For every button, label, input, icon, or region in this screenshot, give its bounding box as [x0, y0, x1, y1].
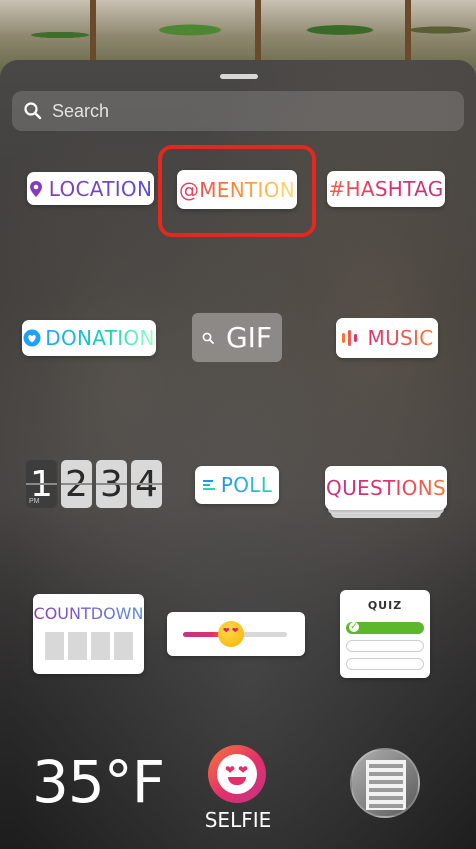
emoji-slider-sticker[interactable]: [167, 612, 305, 656]
search-input[interactable]: [50, 99, 464, 123]
music-bars-icon: [341, 330, 357, 346]
clock-digit: 4: [131, 460, 162, 508]
poll-sticker[interactable]: POLL: [195, 466, 279, 504]
donation-sticker[interactable]: DONATION: [22, 320, 156, 356]
countdown-label: COUNTDOWN: [33, 604, 144, 623]
questions-label: QUESTIONS: [326, 476, 446, 500]
quiz-sticker[interactable]: QUIZ: [340, 590, 430, 678]
clock-digit: 2: [61, 460, 92, 508]
questions-sticker[interactable]: QUESTIONS: [325, 466, 447, 518]
temperature-sticker[interactable]: 35°F: [32, 748, 165, 816]
music-label: MUSIC: [367, 326, 434, 350]
hashtag-sticker[interactable]: #HASHTAG: [327, 171, 445, 207]
heart-eyes-emoji-icon: [217, 621, 244, 647]
heart-icon: [23, 329, 41, 347]
quiz-label: QUIZ: [367, 599, 403, 612]
poll-lines-icon: [202, 480, 215, 490]
quiz-option: [346, 640, 424, 652]
hashtag-label: #HASHTAG: [328, 177, 444, 201]
time-sticker[interactable]: 1 PM 2 3 4: [26, 460, 162, 508]
quiz-option-correct: [346, 622, 424, 634]
selfie-icon[interactable]: ❤ ❤: [208, 745, 266, 803]
selfie-label: SELFIE: [204, 808, 272, 832]
drag-handle[interactable]: [220, 74, 258, 79]
quiz-option: [346, 658, 424, 670]
clock-digit: 3: [96, 460, 127, 508]
donation-label: DONATION: [45, 326, 155, 350]
gallery-thumbnail[interactable]: [350, 748, 420, 818]
search-small-icon: [202, 332, 214, 344]
countdown-boxes: [45, 632, 133, 660]
poll-label: POLL: [220, 473, 273, 497]
search-icon: [24, 102, 42, 120]
location-sticker[interactable]: LOCATION: [27, 172, 154, 205]
gif-label: GIF: [225, 321, 273, 354]
questions-card: QUESTIONS: [325, 466, 447, 510]
location-label: LOCATION: [48, 176, 153, 201]
mention-highlight-box: [158, 145, 316, 237]
music-sticker[interactable]: MUSIC: [336, 318, 438, 358]
location-pin-icon: [29, 180, 42, 197]
gif-sticker[interactable]: GIF: [192, 313, 282, 362]
countdown-sticker[interactable]: COUNTDOWN: [33, 594, 144, 674]
clock-digit: 1 PM: [26, 460, 57, 508]
search-bar[interactable]: [12, 91, 464, 131]
